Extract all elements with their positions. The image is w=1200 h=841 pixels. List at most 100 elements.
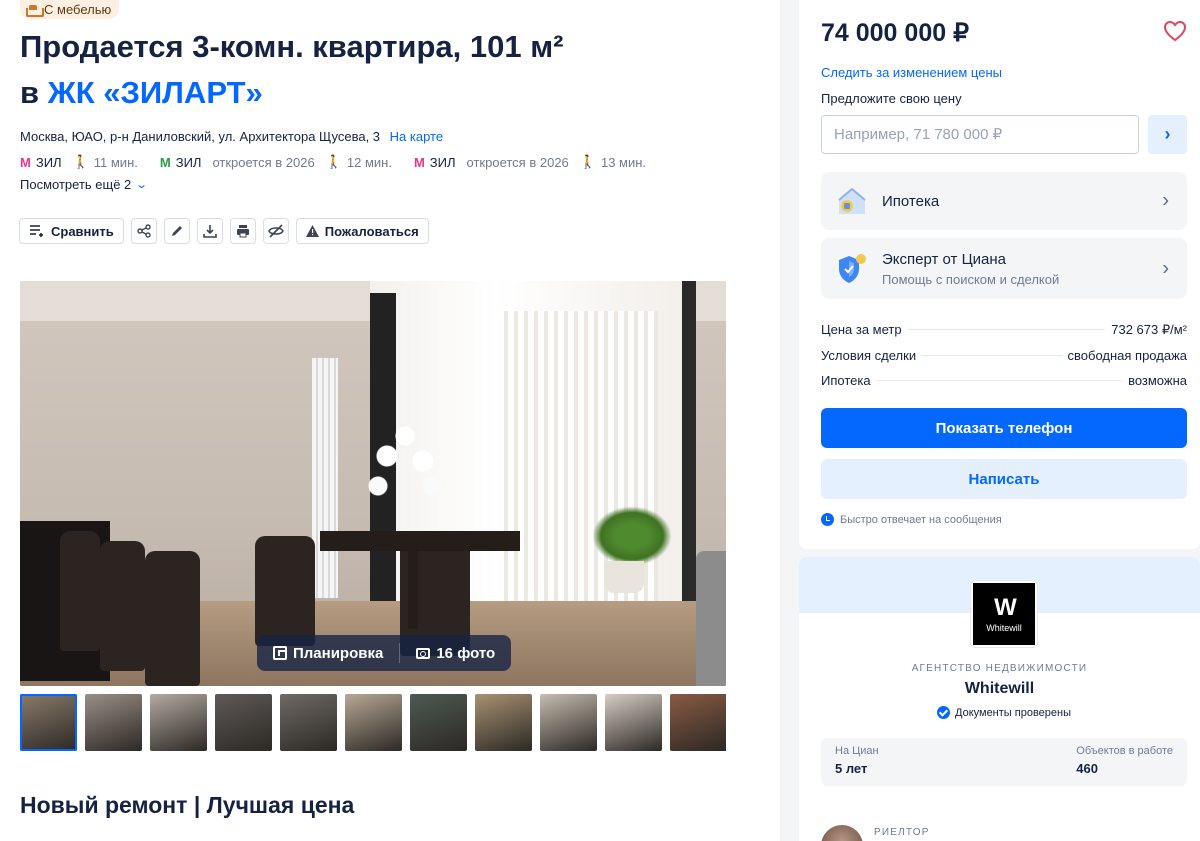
fact-value: 732 673 ₽/м² (1111, 322, 1187, 337)
metro-time: 11 мин. (93, 154, 138, 170)
complain-label: Пожаловаться (324, 223, 419, 239)
photo-thumbnail[interactable] (670, 694, 726, 751)
address-text: Москва, ЮАО, р-н Даниловский, ул. Архите… (20, 129, 381, 144)
metro-time: 13 мин. (600, 154, 647, 170)
photo-thumbnail[interactable] (215, 694, 272, 751)
metro-icon: M (159, 154, 171, 170)
compare-icon (30, 225, 43, 237)
metro-list: M ЗИЛ 🚶 11 мин. M ЗИЛ откроется в 2026 🚶 12 мин.… (20, 154, 646, 170)
metro-time: 12 мин. (346, 154, 392, 170)
realtor-label: РИЕЛТОР (874, 827, 930, 838)
metro-note: откроется в 2026 (466, 154, 569, 170)
photo-thumbnail[interactable] (280, 694, 337, 751)
sofa-icon (26, 4, 44, 17)
offer-price-input[interactable] (821, 115, 1139, 154)
hide-icon (267, 224, 284, 238)
page-title: Продается 3-комн. квартира, 101 м² в ЖК … (20, 24, 563, 116)
compare-button[interactable]: Сравнить (19, 218, 124, 244)
download-icon (202, 225, 217, 238)
fast-reply-note: Быстро отвечает на сообщения (821, 513, 1002, 526)
share-button[interactable] (130, 218, 157, 244)
mortgage-label: Ипотека (882, 192, 940, 210)
dotted-leader (876, 380, 1123, 381)
agency-logo[interactable]: W Whitewill (970, 580, 1038, 648)
photo-thumbnail[interactable] (150, 694, 207, 751)
fact-row: Цена за метр 732 673 ₽/м² (821, 322, 1187, 348)
main-photo[interactable] (20, 281, 726, 686)
write-message-button[interactable]: Написать (821, 459, 1187, 499)
address: Москва, ЮАО, р-н Даниловский, ул. Архите… (20, 129, 443, 144)
fact-value: возможна (1128, 373, 1187, 388)
furniture-badge: С мебелью (20, 0, 120, 19)
expert-title: Эксперт от Циана (882, 250, 1007, 268)
fact-label: Цена за метр (821, 322, 902, 337)
complain-button[interactable]: Пожаловаться (295, 218, 429, 244)
description-title: Новый ремонт | Лучшая цена (20, 792, 355, 818)
fact-row: Ипотека возможна (821, 373, 1187, 399)
photo-thumbnail[interactable] (410, 694, 467, 751)
objects-label: Объектов в работе (1076, 745, 1173, 757)
w-logo-icon: W (994, 594, 1017, 621)
follow-price-link[interactable]: Следить за изменением цены (821, 65, 1002, 80)
see-more-label: Посмотреть ещё 2 (20, 177, 132, 192)
show-phone-button[interactable]: Показать телефон (821, 408, 1187, 448)
fact-value: свободная продажа (1067, 347, 1187, 363)
see-more-metro[interactable]: Посмотреть ещё 2 ⌄ (20, 177, 148, 192)
offer-submit-button[interactable]: › (1148, 115, 1187, 154)
furniture-badge-label: С мебелью (44, 2, 112, 17)
map-link[interactable]: На карте (390, 129, 443, 144)
listing-main: С мебелью Продается 3-комн. квартира, 10… (0, 0, 780, 841)
price-card: 74 000 000 ₽ Следить за изменением цены … (799, 0, 1200, 549)
shield-icon (835, 252, 869, 286)
chevron-right-icon: › (1164, 124, 1171, 144)
dotted-leader (922, 354, 1062, 356)
verified-badge: Документы проверены (937, 706, 1071, 719)
metro-note: откроется в 2026 (212, 154, 315, 170)
photo-thumbnail[interactable] (475, 694, 532, 751)
verified-check-icon (937, 706, 950, 719)
metro-station-name: ЗИЛ (35, 154, 62, 170)
warning-icon (305, 225, 319, 237)
edit-button[interactable] (163, 218, 190, 244)
walking-icon: 🚶 (72, 154, 89, 169)
offer-label: Предложите свою цену (821, 91, 962, 106)
favorite-heart-icon[interactable] (1163, 20, 1187, 42)
action-toolbar: Сравнить Пожаловаться (19, 218, 429, 244)
title-line1: Продается 3-комн. квартира, 101 м² (20, 29, 564, 64)
edit-icon (171, 226, 182, 236)
photo-thumbnail[interactable] (345, 694, 402, 751)
photo-thumbnail[interactable] (540, 694, 597, 751)
house-icon (835, 184, 869, 218)
photos-button[interactable]: 16 фото (400, 635, 511, 671)
fact-label: Условия сделки (821, 347, 917, 363)
realtor-avatar[interactable] (821, 825, 863, 841)
print-icon (236, 225, 249, 238)
chevron-right-icon: › (1162, 257, 1169, 279)
mortgage-service[interactable]: Ипотека › (821, 172, 1187, 230)
photo-thumbnail[interactable] (85, 694, 142, 751)
expert-subtitle: Помощь с поиском и сделкой (882, 271, 1060, 287)
walking-icon: 🚶 (325, 154, 342, 169)
clock-icon (821, 513, 834, 526)
metro-station-name: ЗИЛ (175, 154, 202, 170)
fact-label: Ипотека (821, 373, 871, 388)
photo-thumbnail[interactable] (605, 694, 662, 751)
agency-name[interactable]: Whitewill (799, 680, 1200, 698)
floor-plan-icon (273, 646, 287, 660)
metro-station: M ЗИЛ 🚶 11 мин. (20, 154, 138, 170)
hide-button[interactable] (262, 218, 289, 244)
chevron-right-icon: › (1162, 189, 1169, 212)
verified-text: Документы проверены (955, 706, 1072, 719)
agency-card: W Whitewill АГЕНТСТВО НЕДВИЖИМОСТИ White… (799, 557, 1200, 841)
print-button[interactable] (229, 218, 256, 244)
layout-label: Планировка (293, 644, 384, 662)
layout-button[interactable]: Планировка (257, 635, 399, 671)
compare-label: Сравнить (51, 223, 114, 239)
download-button[interactable] (196, 218, 223, 244)
metro-icon: M (20, 154, 31, 170)
photo-thumbnail[interactable] (20, 694, 77, 751)
complex-link[interactable]: ЖК «ЗИЛАРТ» (48, 75, 263, 110)
camera-icon (416, 647, 431, 659)
expert-service[interactable]: Эксперт от Циана Помощь с поиском и сдел… (821, 238, 1187, 299)
on-cian-label: На Циан (835, 745, 879, 757)
